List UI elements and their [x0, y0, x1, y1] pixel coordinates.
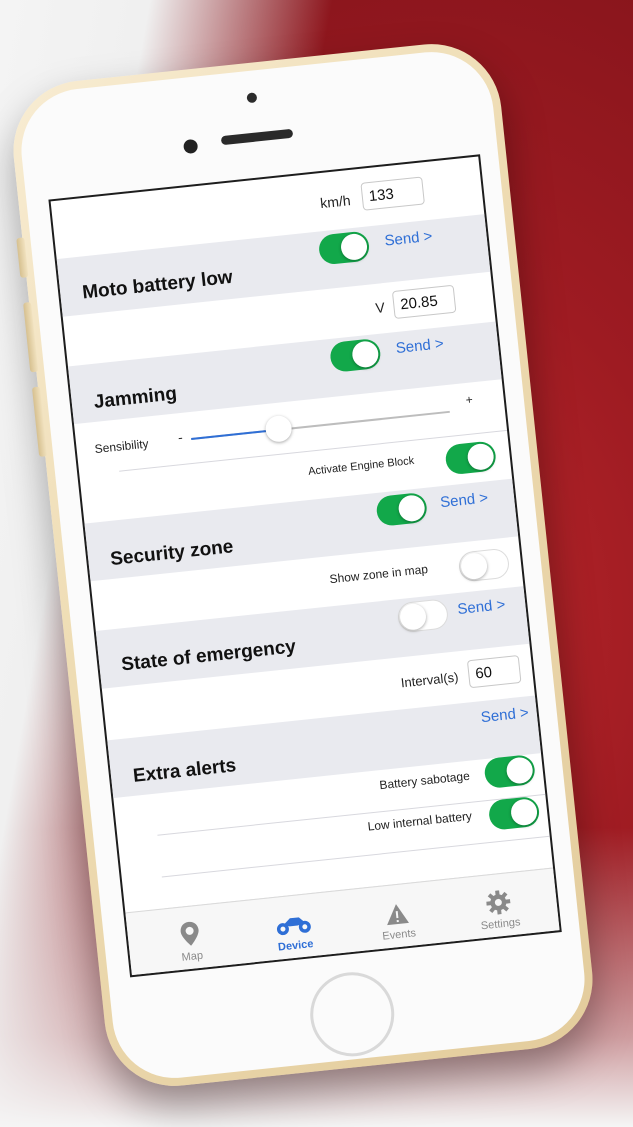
voltage-unit-label: V [374, 299, 386, 316]
warning-icon [387, 904, 409, 926]
security-zone-send-link[interactable]: Send > [439, 489, 488, 511]
tab-device[interactable]: Device [252, 908, 336, 956]
tab-device-label: Device [277, 938, 315, 954]
gear-icon [486, 890, 511, 915]
tab-events[interactable]: Events [356, 899, 440, 945]
low-internal-toggle[interactable] [487, 795, 541, 831]
extra-alerts-title: Extra alerts [132, 755, 238, 787]
tab-map[interactable]: Map [149, 917, 233, 967]
sensibility-slider-thumb[interactable] [264, 414, 293, 444]
battery-sabotage-label: Battery sabotage [378, 768, 471, 793]
tab-map-label: Map [181, 949, 204, 964]
extra-alerts-send-link[interactable]: Send > [480, 704, 529, 726]
voltage-input[interactable]: 20.85 [391, 284, 457, 320]
motorcycle-icon [276, 917, 311, 936]
sensibility-plus: + [464, 392, 474, 408]
engine-block-toggle[interactable] [444, 440, 498, 476]
jamming-title: Jamming [92, 383, 178, 413]
phone-device: km/h 133 Moto battery low Send > V 20.85… [6, 37, 600, 1093]
engine-block-label: Activate Engine Block [307, 454, 415, 478]
jamming-send-link[interactable]: Send > [395, 335, 444, 357]
divider [161, 835, 550, 878]
show-zone-toggle[interactable] [457, 547, 511, 583]
speed-input[interactable]: 133 [360, 176, 425, 211]
emergency-toggle[interactable] [396, 598, 450, 634]
security-zone-title: Security zone [109, 536, 235, 571]
moto-battery-title: Moto battery low [81, 266, 234, 304]
emergency-send-link[interactable]: Send > [457, 596, 506, 618]
interval-label: Interval(s) [400, 669, 460, 691]
map-pin-icon [180, 921, 199, 946]
tab-events-label: Events [381, 927, 417, 943]
tab-settings-label: Settings [480, 916, 522, 933]
sensibility-label: Sensibility [94, 436, 150, 457]
moto-battery-toggle[interactable] [317, 230, 371, 266]
show-zone-label: Show zone in map [328, 562, 429, 587]
security-zone-toggle[interactable] [375, 491, 429, 527]
battery-sabotage-toggle[interactable] [483, 753, 537, 790]
speed-unit-label: km/h [319, 192, 352, 212]
app-screen: km/h 133 Moto battery low Send > V 20.85… [48, 154, 562, 978]
low-internal-label: Low internal battery [366, 808, 473, 834]
interval-input[interactable]: 60 [466, 654, 522, 689]
sensibility-minus: - [177, 428, 184, 446]
tab-settings[interactable]: Settings [457, 886, 541, 934]
moto-battery-send-link[interactable]: Send > [384, 228, 433, 250]
jamming-toggle[interactable] [328, 337, 382, 373]
